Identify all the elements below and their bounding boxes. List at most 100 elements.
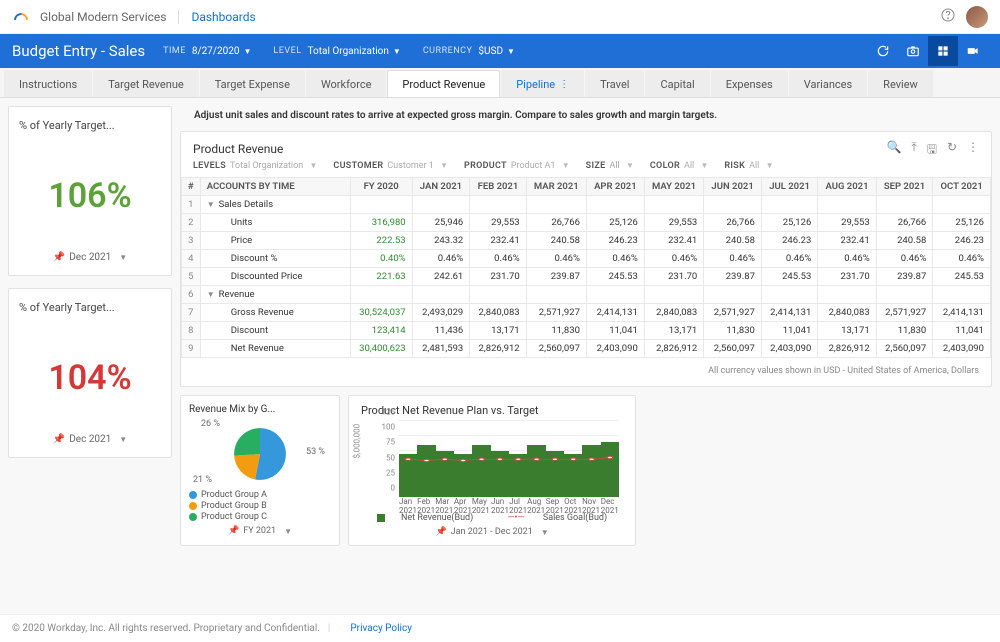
bluebar: Budget Entry - Sales TIME 8/27/2020▼ LEV… xyxy=(0,34,1000,68)
param-level[interactable]: LEVEL Total Organization▼ xyxy=(273,46,400,57)
legend-item: Product Group B xyxy=(189,501,331,511)
bar xyxy=(546,451,564,497)
kpi-period[interactable]: 📌 Dec 2021 ▼ xyxy=(19,252,161,263)
x-label: May 2021 xyxy=(472,497,491,511)
tab-instructions[interactable]: Instructions xyxy=(4,70,92,97)
x-label: Mar 2021 xyxy=(435,497,454,511)
table-row[interactable]: 2Units316,98025,94629,55326,76625,12629,… xyxy=(182,214,991,232)
bar xyxy=(601,442,619,497)
filter-product[interactable]: PRODUCTProduct A1 ▼ xyxy=(464,161,570,171)
tab-workforce[interactable]: Workforce xyxy=(306,70,386,97)
table-row[interactable]: 7Gross Revenue30,524,0372,493,0292,840,0… xyxy=(182,304,991,322)
panel-title: Product Revenue xyxy=(181,132,295,160)
table-row[interactable]: 8Discount123,41411,43613,17111,83011,041… xyxy=(182,322,991,340)
pie-chart: 26 % 53 % 21 % xyxy=(189,419,331,489)
kpi-period[interactable]: 📌 Dec 2021 ▼ xyxy=(19,434,161,445)
x-label: Nov 2021 xyxy=(582,497,601,511)
x-label: Sep 2021 xyxy=(546,497,564,511)
pie-title: Revenue Mix by G... xyxy=(189,404,331,415)
copyright: © 2020 Workday, Inc. All rights reserved… xyxy=(12,623,320,634)
x-label: Apr 2021 xyxy=(454,497,472,511)
param-time[interactable]: TIME 8/27/2020▼ xyxy=(163,46,251,57)
kpi-value: 106% xyxy=(19,140,161,252)
table-row[interactable]: 5Discounted Price221.63242.61231.70239.8… xyxy=(182,268,991,286)
topbar: Global Modern Services Dashboards xyxy=(0,0,1000,34)
kpi-title: % of Yearly Target... xyxy=(19,301,161,314)
tab-pipeline[interactable]: Pipeline⋮ xyxy=(501,70,584,97)
breadcrumb-link[interactable]: Dashboards xyxy=(191,10,255,24)
param-currency[interactable]: CURRENCY $USD▼ xyxy=(423,46,515,57)
table-row[interactable]: 9Net Revenue30,400,6232,481,5932,826,912… xyxy=(182,340,991,358)
filter-customer[interactable]: CUSTOMERCustomer 1 ▼ xyxy=(333,161,448,171)
table-row[interactable]: 1▼Sales Details xyxy=(182,196,991,214)
bar-chart: $,000,000 0255075100125 Jan 2021Feb 2021… xyxy=(361,421,623,511)
filter-size[interactable]: SIZEAll ▼ xyxy=(586,161,634,171)
grid-icon[interactable] xyxy=(928,36,958,66)
x-label: Feb 2021 xyxy=(417,497,435,511)
camera-icon[interactable] xyxy=(898,36,928,66)
bar xyxy=(527,445,545,497)
tab-capital[interactable]: Capital xyxy=(645,70,709,97)
tab-variances[interactable]: Variances xyxy=(789,70,867,97)
tab-travel[interactable]: Travel xyxy=(585,70,644,97)
tab-review[interactable]: Review xyxy=(868,70,933,97)
video-icon[interactable] xyxy=(958,36,988,66)
filter-risk[interactable]: RISKAll ▼ xyxy=(724,161,773,171)
refresh-grid-icon[interactable]: ↻ xyxy=(947,140,957,161)
bar-title: Product Net Revenue Plan vs. Target xyxy=(361,404,623,417)
x-label: Dec 2021 xyxy=(601,497,619,511)
x-label: Jan 2021 xyxy=(399,497,417,511)
bar xyxy=(454,454,472,497)
bar xyxy=(417,445,435,497)
revenue-mix-panel: Revenue Mix by G... 26 % 53 % 21 % Produ… xyxy=(180,395,340,546)
kpi-card: % of Yearly Target... 106% 📌 Dec 2021 ▼ xyxy=(8,106,172,276)
x-label: Jun 2021 xyxy=(491,497,509,511)
kpi-value: 104% xyxy=(19,322,161,434)
tab-product-revenue[interactable]: Product Revenue xyxy=(387,70,500,97)
refresh-icon[interactable] xyxy=(868,36,898,66)
bar xyxy=(509,454,527,497)
currency-note: All currency values shown in USD - Unite… xyxy=(181,358,991,386)
filter-color[interactable]: COLORAll ▼ xyxy=(650,161,709,171)
save-icon[interactable]: 🖫 xyxy=(927,140,937,161)
kpi-title: % of Yearly Target... xyxy=(19,119,161,132)
org-name: Global Modern Services xyxy=(40,10,179,24)
tabs: InstructionsTarget RevenueTarget Expense… xyxy=(0,68,1000,98)
help-icon[interactable] xyxy=(940,7,956,26)
x-label: Aug 2021 xyxy=(527,497,546,511)
bar xyxy=(582,445,600,497)
kpi-card: % of Yearly Target... 104% 📌 Dec 2021 ▼ xyxy=(8,288,172,458)
privacy-link[interactable]: Privacy Policy xyxy=(350,623,412,634)
table-row[interactable]: 6▼Revenue xyxy=(182,286,991,304)
revenue-grid[interactable]: #ACCOUNTS BY TIMEFY 2020JAN 2021FEB 2021… xyxy=(181,177,991,358)
plan-vs-target-panel: Product Net Revenue Plan vs. Target $,00… xyxy=(348,395,636,546)
bar xyxy=(491,451,509,497)
bar xyxy=(399,454,417,497)
product-revenue-panel: Product Revenue 🔍 ⤒ 🖫 ↻ ⋮ LEVELSTotal Or… xyxy=(180,131,992,387)
pin-icon: 📌 xyxy=(228,526,239,536)
pin-icon: 📌 xyxy=(435,527,446,537)
tab-target-revenue[interactable]: Target Revenue xyxy=(93,70,199,97)
table-row[interactable]: 4Discount %0.40%0.46%0.46%0.46%0.46%0.46… xyxy=(182,250,991,268)
logo xyxy=(12,8,30,26)
legend-item: Product Group A xyxy=(189,490,331,500)
x-label: Jul 2021 xyxy=(509,497,527,511)
footer: © 2020 Workday, Inc. All rights reserved… xyxy=(0,614,1000,642)
export-icon[interactable]: ⤒ xyxy=(911,140,916,161)
legend-item: Product Group C xyxy=(189,512,331,522)
instruction-text: Adjust unit sales and discount rates to … xyxy=(180,106,992,131)
bar xyxy=(472,445,490,497)
x-label: Oct 2021 xyxy=(564,497,582,511)
filter-levels[interactable]: LEVELSTotal Organization ▼ xyxy=(193,161,317,171)
tab-target-expense[interactable]: Target Expense xyxy=(200,70,305,97)
tab-expenses[interactable]: Expenses xyxy=(711,70,788,97)
more-icon[interactable]: ⋮ xyxy=(967,140,979,161)
avatar[interactable] xyxy=(966,6,988,28)
bar xyxy=(564,454,582,497)
sidebar: % of Yearly Target... 106% 📌 Dec 2021 ▼%… xyxy=(0,98,180,614)
search-icon[interactable]: 🔍 xyxy=(886,140,901,161)
bar xyxy=(436,451,454,497)
table-row[interactable]: 3Price222.53243.32232.41240.58246.23232.… xyxy=(182,232,991,250)
grid-filters: LEVELSTotal Organization ▼ CUSTOMERCusto… xyxy=(181,161,991,177)
page-title: Budget Entry - Sales xyxy=(12,42,145,60)
